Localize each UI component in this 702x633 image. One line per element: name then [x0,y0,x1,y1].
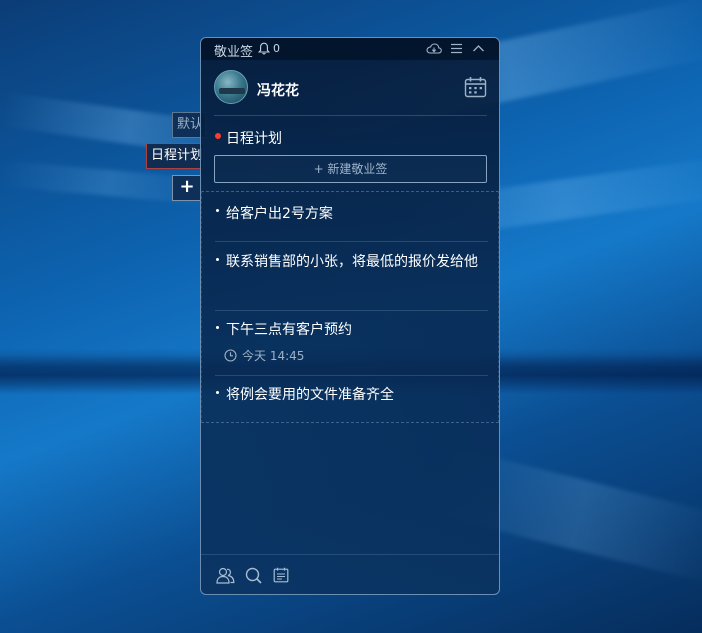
chevron-up-icon[interactable] [472,42,485,55]
calendar-icon[interactable] [464,76,487,98]
note-list: 给客户出2号方案 联系销售部的小张，将最低的报价发给他 下午三点有客户预约 今天… [201,191,499,423]
menu-icon[interactable] [450,42,463,55]
username: 冯花花 [257,83,299,99]
note-text[interactable]: 下午三点有客户预约 [226,320,488,340]
note-time-text: 今天 14:45 [242,349,305,363]
note-text[interactable]: 将例会要用的文件准备齐全 [226,385,488,405]
note-item[interactable]: 给客户出2号方案 [202,192,499,242]
note-bullet [216,258,219,261]
divider [214,115,487,116]
note-bullet [216,391,219,394]
bottom-toolbar [201,554,499,594]
notes-icon[interactable] [273,567,289,583]
title-bar: 敬业签 0 [201,38,499,60]
note-item[interactable]: 联系销售部的小张，将最低的报价发给他 [202,242,499,311]
clock-icon [224,349,237,362]
bell-icon[interactable] [258,42,270,55]
note-item[interactable]: 将例会要用的文件准备齐全 [202,376,499,422]
new-note-button[interactable]: + 新建敬业签 [214,155,487,183]
search-icon[interactable] [245,567,262,584]
app-title: 敬业签 [214,45,254,60]
note-bullet [216,209,219,212]
add-category-button[interactable]: + [172,175,202,201]
contacts-icon[interactable] [216,567,235,584]
note-bullet [216,326,219,329]
sticky-note-panel: 敬业签 0 冯花花 日程计划 + 新建敬业签 给客户出2号方案 联系销售部的小张… [200,37,500,595]
cloud-sync-icon[interactable] [426,42,442,55]
note-reminder-time: 今天 14:45 [224,347,304,364]
note-item[interactable]: 下午三点有客户预约 今天 14:45 [202,311,499,376]
avatar[interactable] [214,70,248,104]
category-color-dot [215,133,221,139]
note-text[interactable]: 给客户出2号方案 [226,204,488,224]
reminder-count: 0 [273,42,280,55]
note-text[interactable]: 联系销售部的小张，将最低的报价发给他 [226,252,488,272]
category-title: 日程计划 [226,131,282,147]
category-tab-schedule[interactable]: 日程计划 [146,143,204,169]
